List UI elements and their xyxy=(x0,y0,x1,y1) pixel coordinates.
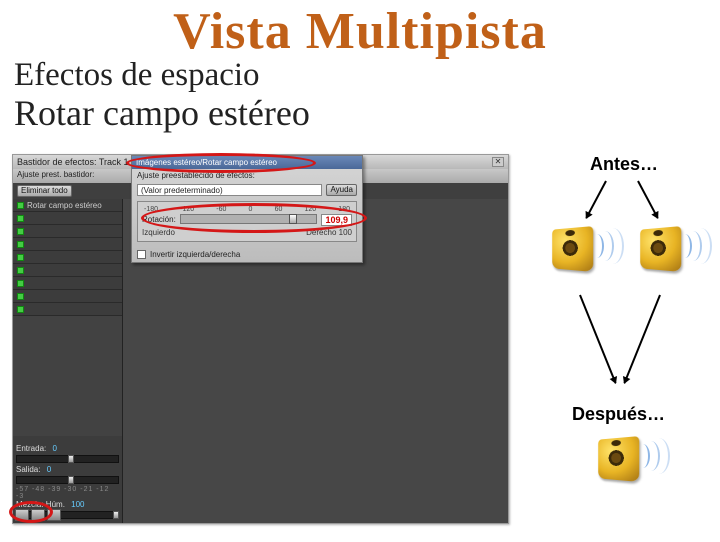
footer-btn-3[interactable] xyxy=(47,509,61,521)
power-icon[interactable] xyxy=(17,228,24,235)
input-slider[interactable] xyxy=(16,455,119,463)
power-icon[interactable] xyxy=(17,267,24,274)
footer-btn-2[interactable] xyxy=(31,509,45,521)
rack-slot[interactable] xyxy=(13,212,122,225)
before-after-panel: Antes… Después… xyxy=(520,154,720,534)
power-icon[interactable] xyxy=(17,254,24,261)
rack-footer-buttons xyxy=(15,509,61,521)
power-icon[interactable] xyxy=(17,241,24,248)
rotation-ticks: -180 -120 -60 0 60 120 180 xyxy=(142,206,352,213)
speaker-icon xyxy=(638,228,698,288)
rack-slot[interactable] xyxy=(13,251,122,264)
arrow-icon xyxy=(585,181,606,219)
tick: 60 xyxy=(275,206,283,213)
tick: -60 xyxy=(216,206,226,213)
arrow-icon xyxy=(637,181,658,219)
rotation-group: -180 -120 -60 0 60 120 180 Rotación: 109… xyxy=(137,201,357,242)
output-value: 0 xyxy=(47,465,51,474)
mix-label: Mezcla: xyxy=(16,500,44,509)
arrow-icon xyxy=(623,295,660,384)
footer-btn-1[interactable] xyxy=(15,509,29,521)
invert-label: Invertir izquierda/derecha xyxy=(150,250,240,259)
rack-empty-area xyxy=(13,316,122,436)
preset-dropdown[interactable]: (Valor predeterminado) xyxy=(137,184,322,196)
power-icon[interactable] xyxy=(17,280,24,287)
input-label: Entrada: xyxy=(16,444,46,453)
rack-slot[interactable] xyxy=(13,225,122,238)
meter-ticks: -57 -48 -39 -30 -21 -12 -3 xyxy=(16,486,119,500)
label-after: Después… xyxy=(572,404,665,425)
preset-value: (Valor predeterminado) xyxy=(141,186,223,195)
tick: -120 xyxy=(180,206,194,213)
tick: 0 xyxy=(249,206,253,213)
power-icon[interactable] xyxy=(17,202,24,209)
rotate-stereo-dialog: Imágenes estéreo/Rotar campo estéreo Aju… xyxy=(131,155,363,263)
tick: 120 xyxy=(304,206,316,213)
power-icon[interactable] xyxy=(17,293,24,300)
rack-slot[interactable] xyxy=(13,277,122,290)
speaker-icon xyxy=(550,228,610,288)
rack-slot[interactable] xyxy=(13,290,122,303)
tick: 180 xyxy=(338,206,350,213)
left-label: Izquierdo xyxy=(142,228,175,237)
subtitle-effects: Efectos de espacio xyxy=(14,57,720,94)
effects-rack-sidebar: Rotar campo estéreo Entrada: 0 Salida: 0… xyxy=(13,199,123,523)
right-value: 100 xyxy=(339,228,352,237)
rack-slot-effect-name: Rotar campo estéreo xyxy=(27,201,102,210)
input-row: Entrada: 0 xyxy=(16,444,119,453)
rack-slot-1[interactable]: Rotar campo estéreo xyxy=(13,199,122,212)
close-icon[interactable]: ✕ xyxy=(492,157,504,167)
label-before: Antes… xyxy=(590,154,658,175)
power-icon[interactable] xyxy=(17,306,24,313)
rack-slot[interactable] xyxy=(13,238,122,251)
rack-slot[interactable] xyxy=(13,303,122,316)
output-slider[interactable] xyxy=(16,476,119,484)
right-label: Derecho xyxy=(306,228,336,237)
invert-checkbox[interactable] xyxy=(137,250,146,259)
output-label: Salida: xyxy=(16,465,40,474)
output-row: Salida: 0 xyxy=(16,465,119,474)
rotation-slider[interactable] xyxy=(180,214,318,224)
help-button[interactable]: Ayuda xyxy=(326,184,357,196)
effects-rack-window: Bastidor de efectos: Track 1 ✕ Ajuste pr… xyxy=(12,154,509,524)
rotation-value[interactable]: 109,9 xyxy=(321,214,352,226)
page-title: Vista Multipista xyxy=(0,2,720,61)
dialog-title: Imágenes estéreo/Rotar campo estéreo xyxy=(136,158,277,167)
rotation-label: Rotación: xyxy=(142,215,176,224)
mix-value: 100 xyxy=(71,500,84,509)
window-title: Bastidor de efectos: Track 1 xyxy=(17,157,129,167)
mix-wet-label: Húm. xyxy=(46,500,65,509)
rack-slot[interactable] xyxy=(13,264,122,277)
power-icon[interactable] xyxy=(17,215,24,222)
tick: -180 xyxy=(144,206,158,213)
dialog-titlebar[interactable]: Imágenes estéreo/Rotar campo estéreo xyxy=(132,156,362,169)
rack-preset-label: Ajuste prest. bastidor: xyxy=(17,170,94,179)
remove-all-button[interactable]: Eliminar todo xyxy=(17,185,72,197)
mix-row: Mezcla: Húm. 100 xyxy=(16,500,119,509)
input-value: 0 xyxy=(52,444,56,453)
subtitle-rotate: Rotar campo estéreo xyxy=(14,92,720,134)
rack-footer: Entrada: 0 Salida: 0 -57 -48 -39 -30 -21… xyxy=(13,442,122,523)
speaker-icon xyxy=(596,438,656,498)
preset-label: Ajuste preestablecido de efectos: xyxy=(137,171,255,180)
arrow-icon xyxy=(579,295,616,384)
